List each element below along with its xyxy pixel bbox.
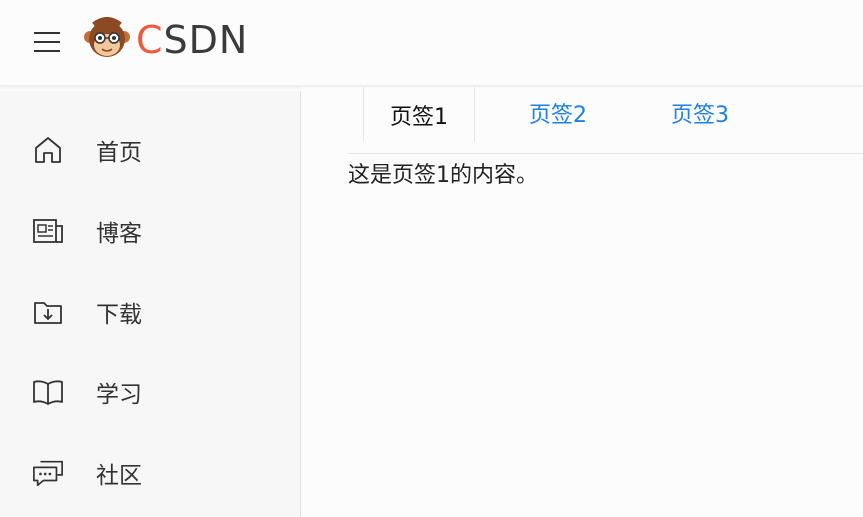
tab-bar: 页签1 页签2 页签3 [348, 87, 863, 154]
sidebar-item-download[interactable]: 下载 [0, 277, 300, 347]
sidebar: 首页 博客 下载 学习 社区 [0, 91, 301, 517]
csdn-logo[interactable]: C SDN [82, 17, 248, 63]
sidebar-item-label: 社区 [96, 463, 142, 489]
book-icon [32, 376, 64, 408]
app-header: C SDN [0, 0, 863, 86]
tab-3[interactable]: 页签3 [655, 87, 745, 139]
folder-download-icon [32, 296, 64, 328]
sidebar-item-community[interactable]: 社区 [0, 438, 300, 508]
newspaper-icon [32, 215, 64, 247]
logo-letter-c: C [136, 18, 164, 62]
tab-1[interactable]: 页签1 [363, 87, 475, 142]
sidebar-item-blog[interactable]: 博客 [0, 196, 300, 266]
logo-wordmark: C SDN [136, 18, 248, 62]
sidebar-item-label: 首页 [96, 140, 142, 166]
tab-content-text: 这是页签1的内容。 [348, 163, 538, 188]
sidebar-item-home[interactable]: 首页 [0, 115, 300, 185]
chat-icon [32, 457, 64, 489]
hamburger-menu-icon[interactable] [32, 29, 62, 55]
main-content: 页签1 页签2 页签3 这是页签1的内容。 [302, 87, 863, 517]
sidebar-item-label: 下载 [96, 302, 142, 328]
tab-2[interactable]: 页签2 [513, 87, 603, 139]
sidebar-item-label: 博客 [96, 221, 142, 247]
home-icon [32, 134, 64, 166]
monkey-mascot-icon [84, 17, 130, 57]
logo-letters: SDN [163, 18, 249, 62]
sidebar-item-learn[interactable]: 学习 [0, 357, 300, 427]
sidebar-item-label: 学习 [96, 382, 142, 408]
